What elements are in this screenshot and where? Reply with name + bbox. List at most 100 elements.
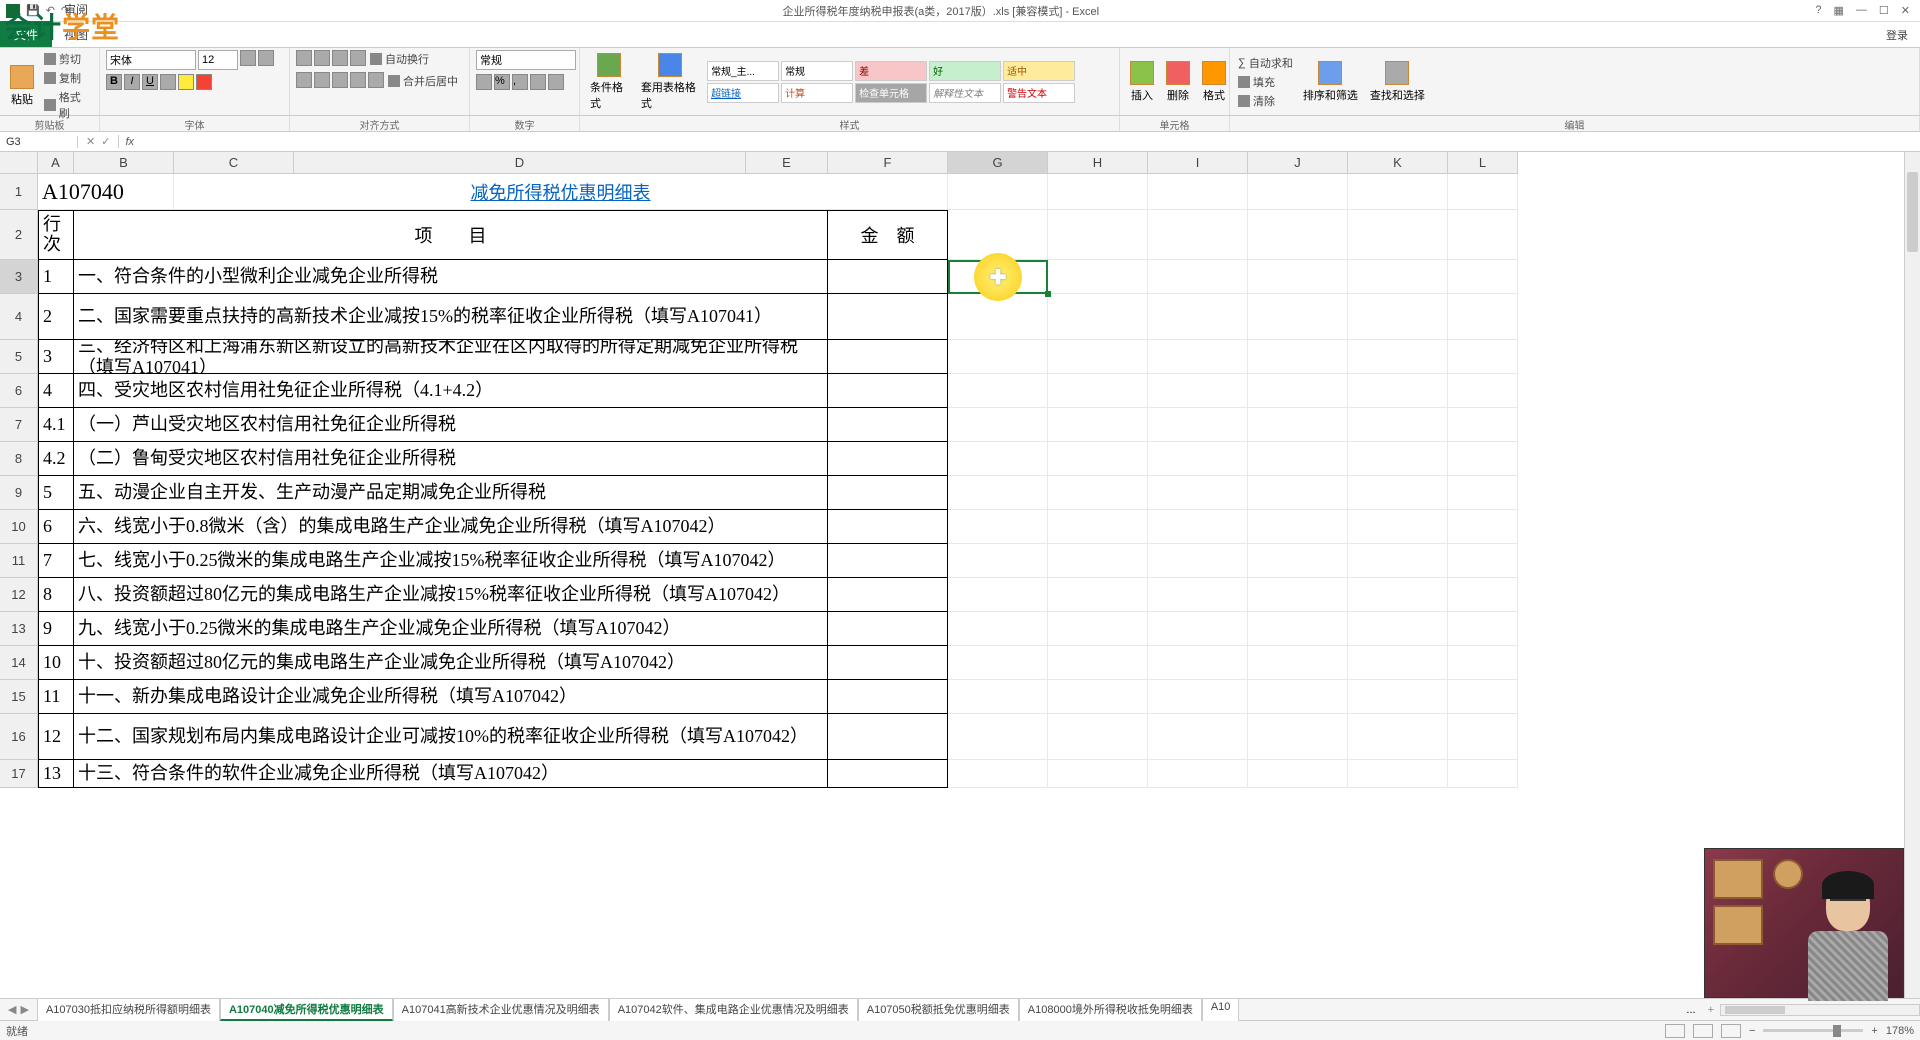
row-head-12[interactable]: 12 [0,578,38,612]
cell[interactable] [1248,544,1348,578]
cell[interactable] [828,544,948,578]
cell[interactable]: 行次 [38,210,74,260]
cell[interactable] [1248,210,1348,260]
cell[interactable] [1348,476,1448,510]
sheet-tab-5[interactable]: A108000境外所得税收抵免明细表 [1019,998,1202,1021]
underline-icon[interactable]: U [142,74,158,90]
cell[interactable]: 十、投资额超过80亿元的集成电路生产企业减免企业所得税（填写A107042） [74,646,828,680]
cell[interactable] [1448,340,1518,374]
indent-inc-icon[interactable] [368,72,384,88]
cell[interactable] [948,174,1048,210]
cell[interactable] [1048,294,1148,340]
cell[interactable] [1148,260,1248,294]
find-select-button[interactable]: 查找和选择 [1366,59,1429,105]
cell[interactable] [1048,442,1148,476]
cell[interactable] [1248,374,1348,408]
cell[interactable]: A107040 [38,174,174,210]
cell[interactable] [1248,510,1348,544]
cell[interactable] [1348,260,1448,294]
cell[interactable] [1148,544,1248,578]
cell[interactable] [1448,714,1518,760]
cell[interactable] [1148,578,1248,612]
cell[interactable] [1148,714,1248,760]
cell[interactable]: 4.2 [38,442,74,476]
cell[interactable] [1448,476,1518,510]
col-head-C[interactable]: C [174,152,294,174]
cell[interactable]: 4 [38,374,74,408]
border-icon[interactable] [160,74,176,90]
cell[interactable] [1248,260,1348,294]
align-left-icon[interactable] [296,72,312,88]
cell[interactable] [1048,408,1148,442]
cell[interactable] [1048,646,1148,680]
cell[interactable]: 十二、国家规划布局内集成电路设计企业可减按10%的税率征收企业所得税（填写A10… [74,714,828,760]
conditional-format-button[interactable]: 条件格式 [586,51,633,113]
cell[interactable] [1248,714,1348,760]
zoom-thumb[interactable] [1833,1025,1841,1037]
dec-decimal-icon[interactable] [548,74,564,90]
row-head-2[interactable]: 2 [0,210,38,260]
help-icon[interactable]: ? [1815,4,1821,17]
vscroll-thumb[interactable] [1907,172,1918,252]
cell[interactable] [1148,294,1248,340]
increase-font-icon[interactable] [240,50,256,66]
cell[interactable]: 3 [38,340,74,374]
zoom-in-button[interactable]: + [1871,1025,1877,1037]
cell[interactable] [948,544,1048,578]
sheet-tab-0[interactable]: A107030抵扣应纳税所得额明细表 [37,998,220,1021]
cell[interactable] [948,714,1048,760]
cell[interactable] [948,510,1048,544]
row-headers[interactable]: 1234567891011121314151617 [0,174,38,788]
cut-button[interactable]: 剪切 [42,50,93,68]
cell[interactable] [948,612,1048,646]
cell[interactable]: 五、动漫企业自主开发、生产动漫产品定期减免企业所得税 [74,476,828,510]
cell[interactable]: 12 [38,714,74,760]
col-head-A[interactable]: A [38,152,74,174]
cell[interactable]: 七、线宽小于0.25微米的集成电路生产企业减按15%税率征收企业所得税（填写A1… [74,544,828,578]
cell[interactable]: 二、国家需要重点扶持的高新技术企业减按15%的税率征收企业所得税（填写A1070… [74,294,828,340]
cell[interactable] [1048,374,1148,408]
row-head-1[interactable]: 1 [0,174,38,210]
cell[interactable] [1448,544,1518,578]
cell[interactable] [828,408,948,442]
cell[interactable]: 一、符合条件的小型微利企业减免企业所得税 [74,260,828,294]
align-middle-icon[interactable] [314,50,330,66]
cell[interactable] [1348,760,1448,788]
cell[interactable] [828,646,948,680]
col-head-J[interactable]: J [1248,152,1348,174]
cell[interactable] [1248,760,1348,788]
col-head-G[interactable]: G [948,152,1048,174]
cell[interactable]: 八、投资额超过80亿元的集成电路生产企业减按15%税率征收企业所得税（填写A10… [74,578,828,612]
bold-icon[interactable]: B [106,74,122,90]
sheet-next-icon[interactable]: ▶ [20,1003,28,1016]
align-top-icon[interactable] [296,50,312,66]
row-head-17[interactable]: 17 [0,760,38,788]
percent-icon[interactable]: % [494,74,510,90]
paste-button[interactable]: 粘贴 [6,63,38,109]
cell[interactable] [828,680,948,714]
cell-style-6[interactable]: 计算 [781,83,853,103]
cell[interactable] [1448,374,1518,408]
cell[interactable] [1248,476,1348,510]
cells-area[interactable]: A107040减免所得税优惠明细表行次项 目金 额1一、符合条件的小型微利企业减… [38,174,1518,788]
fx-label[interactable]: fx [119,136,140,148]
cell[interactable] [1048,340,1148,374]
sheet-tab-1[interactable]: A107040减免所得税优惠明细表 [220,998,393,1021]
cell[interactable] [1148,210,1248,260]
cell[interactable] [1448,510,1518,544]
cell[interactable] [1048,714,1148,760]
col-head-E[interactable]: E [746,152,828,174]
inc-decimal-icon[interactable] [530,74,546,90]
cell[interactable]: 7 [38,544,74,578]
cell[interactable] [948,294,1048,340]
copy-button[interactable]: 复制 [42,69,93,87]
fill-color-icon[interactable] [178,74,194,90]
cell[interactable] [1348,714,1448,760]
sheet-title-link[interactable]: 减免所得税优惠明细表 [174,174,948,210]
cell[interactable] [828,578,948,612]
cell[interactable] [1148,760,1248,788]
cell[interactable] [1148,340,1248,374]
maximize-icon[interactable]: ☐ [1879,4,1889,17]
col-head-H[interactable]: H [1048,152,1148,174]
cell[interactable] [1348,340,1448,374]
